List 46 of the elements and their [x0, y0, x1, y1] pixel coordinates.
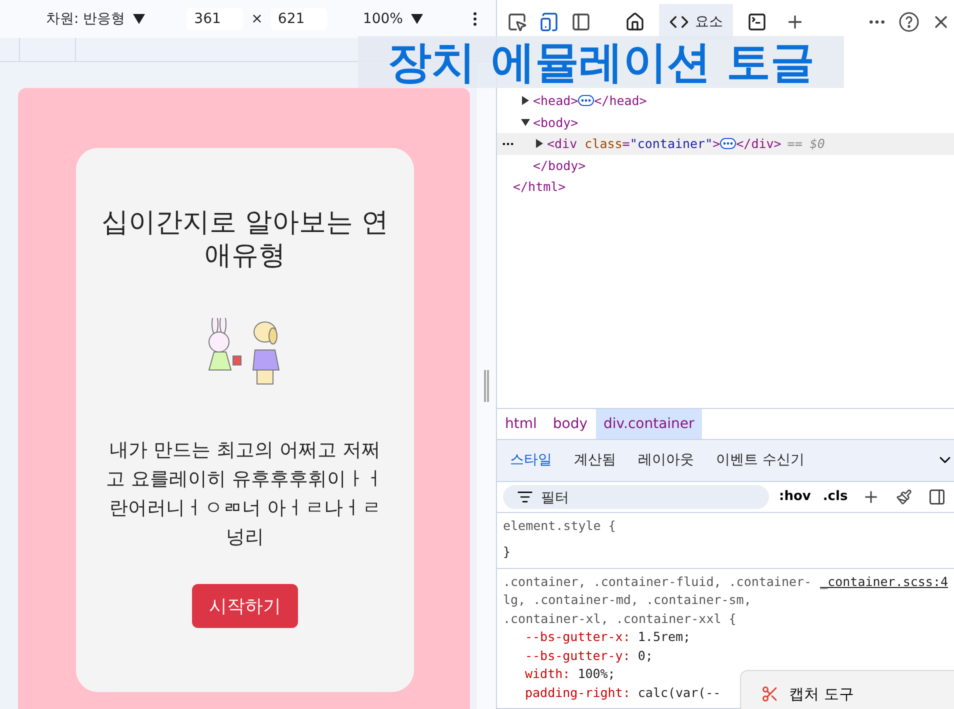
scissors-icon: [761, 685, 779, 703]
source-link[interactable]: _container.scss:4: [820, 572, 948, 628]
description-text: 내가 만드는 최고의 어쩌고 저쩌고 요를레이히 유후후후휘이ㅏㅓ란어러니ㅓㅇㄻ너 아ㅓㄹ나ㅓㄹ넝리: [104, 438, 386, 550]
css-declaration: width: 100%;: [525, 665, 616, 683]
breadcrumb[interactable]: html: [497, 408, 545, 438]
expanded-arrow-icon[interactable]: [521, 118, 530, 127]
class-toggle[interactable]: .cls: [820, 489, 850, 504]
dimensions-dropdown[interactable]: 차원: 반응형: [46, 10, 126, 28]
times-sign: ×: [251, 11, 263, 27]
collapsed-content-icon[interactable]: [578, 95, 594, 106]
css-declaration: --bs-gutter-x: 1.5rem;: [525, 628, 691, 646]
width-field[interactable]: 361: [187, 8, 244, 30]
breadcrumb[interactable]: div.container: [596, 408, 702, 438]
collapsed-arrow-icon[interactable]: [535, 139, 544, 148]
dom-node[interactable]: <div class="container"> </div> == $0: [497, 133, 954, 154]
filter-icon: [517, 488, 533, 504]
panel-tab[interactable]: 스타일: [501, 451, 561, 469]
collapsed-arrow-icon[interactable]: [521, 96, 530, 106]
closing-brace: }: [503, 543, 511, 561]
hover-state-toggle[interactable]: :hov: [777, 489, 813, 504]
house-icon: [625, 12, 645, 32]
height-field[interactable]: 621: [270, 8, 327, 30]
start-button[interactable]: 시작하기: [192, 584, 298, 628]
css-declaration: padding-right: calc(var(--: [525, 684, 721, 702]
dropdown-caret-icon: [133, 14, 146, 24]
css-selector: .container, .container-fluid, .container-lg, .container-md, .container-sm, .container-xl, .container-xxl {: [503, 572, 812, 628]
css-selector: element.style {: [503, 516, 616, 535]
css-declaration: --bs-gutter-y: 0;: [525, 646, 653, 665]
snipping-tool-title: 캡처 도구: [789, 685, 854, 704]
closing-tag: </body>: [533, 158, 586, 173]
filter-field[interactable]: 필터: [503, 484, 769, 508]
closing-tag: </html>: [513, 179, 566, 194]
panel-tab[interactable]: 이벤트 수신기: [707, 451, 814, 469]
zoom-dropdown[interactable]: 100%: [362, 11, 403, 27]
terminal-icon: [747, 12, 767, 32]
dom-node[interactable]: <body>: [497, 112, 954, 133]
panel-tab[interactable]: 계산됨: [565, 451, 625, 469]
tooltip: 장치 에뮬레이션 토글: [358, 36, 844, 88]
page-title: 십이간지로 알아보는 연애유형: [100, 206, 390, 272]
dom-node[interactable]: <head> </head>: [497, 90, 954, 112]
resize-handle[interactable]: [484, 370, 489, 402]
panel-tab[interactable]: 레이아웃: [629, 451, 703, 469]
snipping-tool-popup[interactable]: 캡처 도구: [740, 670, 954, 709]
breadcrumb[interactable]: body: [544, 408, 596, 438]
dropdown-caret-icon: [410, 14, 423, 24]
collapsed-content-icon[interactable]: [720, 138, 736, 150]
